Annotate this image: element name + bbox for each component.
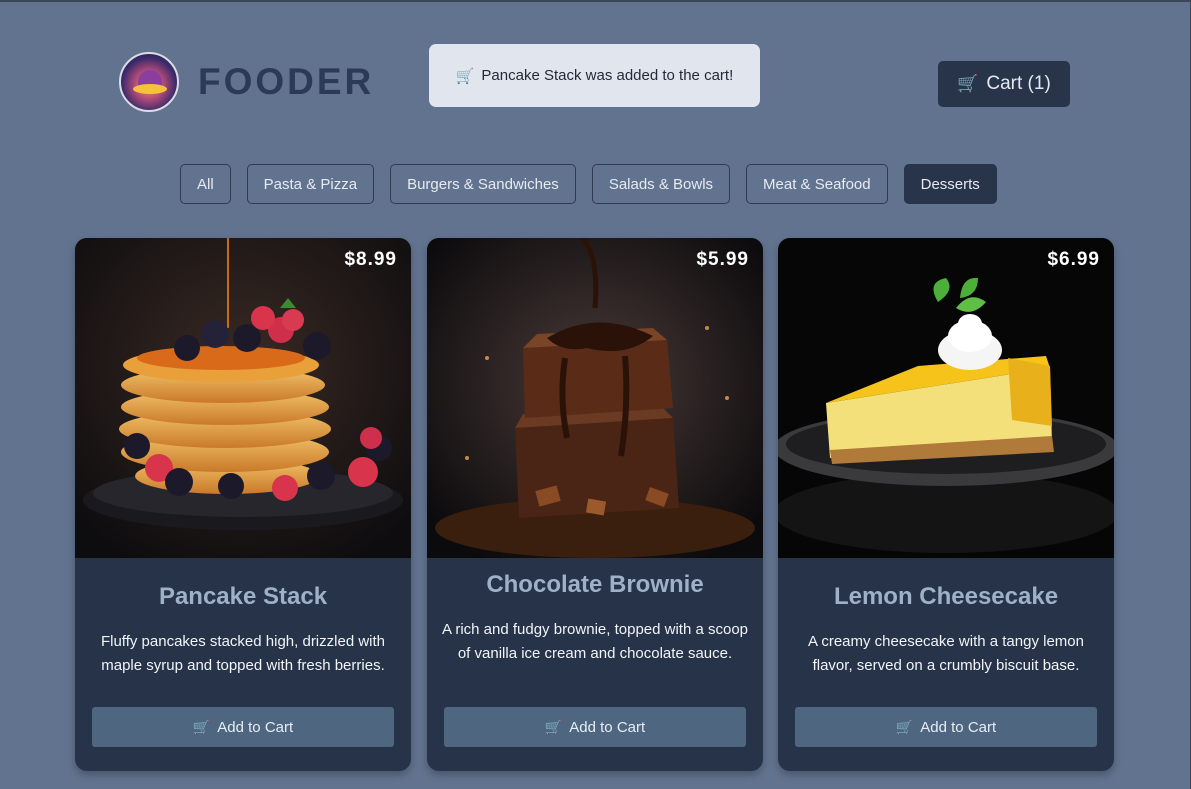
- category-filters: All Pasta & Pizza Burgers & Sandwiches S…: [180, 164, 997, 204]
- product-name: Chocolate Brownie: [486, 571, 704, 598]
- cart-icon: 🛒: [544, 718, 563, 735]
- lemon-cheesecake-photo: $6.99: [778, 238, 1114, 558]
- product-description: A creamy cheesecake with a tangy lemon f…: [808, 633, 1084, 674]
- filter-pasta-pizza[interactable]: Pasta & Pizza: [246, 164, 375, 204]
- brand-name: FOODER: [198, 61, 375, 102]
- filter-salads-bowls[interactable]: Salads & Bowls: [591, 164, 731, 204]
- product-card: $6.99 Lemon Cheesecake A creamy cheeseca…: [778, 238, 1114, 771]
- add-to-cart-button[interactable]: 🛒 Add to Cart: [444, 707, 746, 747]
- price-tag: $5.99: [696, 249, 749, 270]
- filter-desserts[interactable]: Desserts: [903, 164, 997, 204]
- product-name: Pancake Stack: [158, 583, 328, 610]
- cart-icon: 🛒: [895, 718, 914, 735]
- brand[interactable]: FOODER: [119, 52, 374, 112]
- price-tag: $6.99: [1047, 249, 1100, 270]
- cart-icon: 🛒: [455, 67, 475, 85]
- filter-meat-seafood[interactable]: Meat & Seafood: [746, 164, 888, 204]
- product-card: $5.99 Chocolate Brownie A rich and fudgy…: [427, 238, 763, 771]
- food-dome-logo-icon: [119, 52, 179, 112]
- filter-burgers-sandwiches[interactable]: Burgers & Sandwiches: [390, 164, 576, 204]
- add-to-cart-button[interactable]: 🛒 Add to Cart: [795, 707, 1097, 747]
- cart-button[interactable]: 🛒 Cart (1): [938, 61, 1070, 107]
- pancake-stack-photo: $8.99: [75, 238, 411, 558]
- cart-icon: 🛒: [957, 74, 979, 93]
- product-description: A rich and fudgy brownie, topped with a …: [441, 621, 749, 662]
- product-description: Fluffy pancakes stacked high, drizzled w…: [100, 633, 386, 674]
- cart-icon: 🛒: [192, 718, 211, 735]
- product-card: $8.99 Pancake Stack Fluffy pancakes stac…: [75, 238, 411, 771]
- toast-notification: 🛒 Pancake Stack was added to the cart!: [429, 44, 760, 107]
- cart-label: Cart (1): [986, 73, 1051, 94]
- filter-all[interactable]: All: [180, 164, 231, 204]
- product-name: Lemon Cheesecake: [833, 583, 1059, 610]
- add-to-cart-label: Add to Cart: [920, 718, 997, 736]
- chocolate-brownie-photo: $5.99: [427, 238, 763, 558]
- add-to-cart-label: Add to Cart: [569, 718, 646, 736]
- add-to-cart-button[interactable]: 🛒 Add to Cart: [92, 707, 394, 747]
- price-tag: $8.99: [344, 249, 397, 270]
- toast-message: Pancake Stack was added to the cart!: [481, 67, 734, 84]
- add-to-cart-label: Add to Cart: [217, 718, 294, 736]
